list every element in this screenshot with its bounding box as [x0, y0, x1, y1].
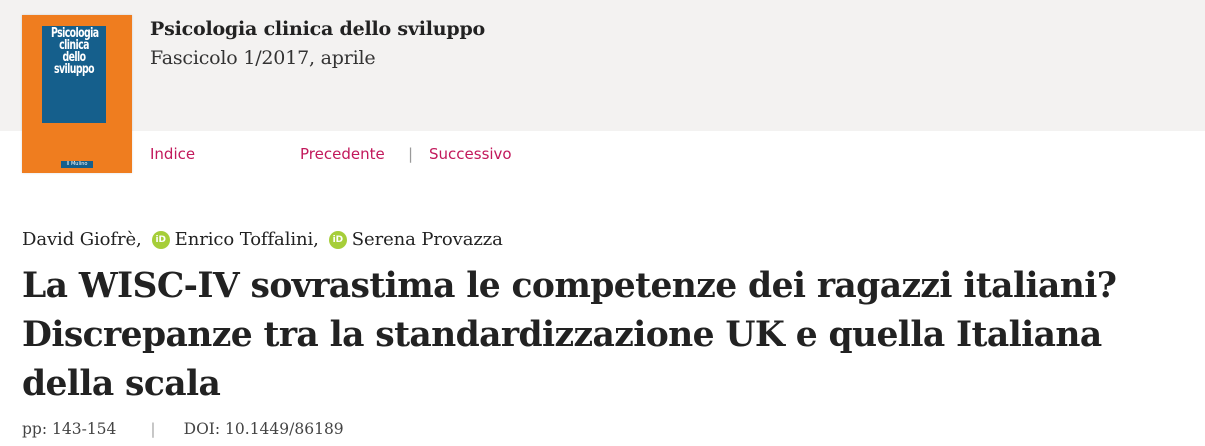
index-link[interactable]: Indice: [150, 144, 195, 164]
author-list: David Giofrè, iD Enrico Toffalini, iD Se…: [22, 229, 503, 250]
cover-title-panel: Psicologia clinica dello sviluppo: [42, 26, 106, 123]
issue-label: Fascicolo 1/2017, aprile: [150, 47, 376, 69]
author-name[interactable]: Serena Provazza: [352, 229, 503, 250]
journal-title[interactable]: Psicologia clinica dello sviluppo: [150, 18, 485, 40]
meta-separator: |: [150, 420, 156, 438]
page-range: pp: 143-154: [22, 420, 117, 438]
journal-cover-image[interactable]: Psicologia clinica dello sviluppo Il Mul…: [22, 15, 132, 173]
author-separator: ,: [136, 229, 142, 250]
author-separator: ,: [313, 229, 319, 250]
next-link[interactable]: Successivo: [429, 144, 512, 164]
publisher-logo: Il Mulino: [61, 161, 93, 168]
author-name[interactable]: David Giofrè: [22, 229, 136, 250]
nav-separator: |: [408, 145, 414, 163]
article-title: La WISC-IV sovrastima le competenze dei …: [22, 266, 1117, 404]
previous-link[interactable]: Precedente: [300, 144, 385, 164]
doi-link[interactable]: DOI: 10.1449/86189: [184, 420, 344, 438]
orcid-icon[interactable]: iD: [151, 230, 170, 249]
author-name[interactable]: Enrico Toffalini: [175, 229, 314, 250]
article-meta: pp: 143-154 | DOI: 10.1449/86189: [22, 420, 344, 438]
orcid-icon[interactable]: iD: [328, 230, 347, 249]
cover-title: Psicologia clinica dello sviluppo: [50, 26, 99, 77]
